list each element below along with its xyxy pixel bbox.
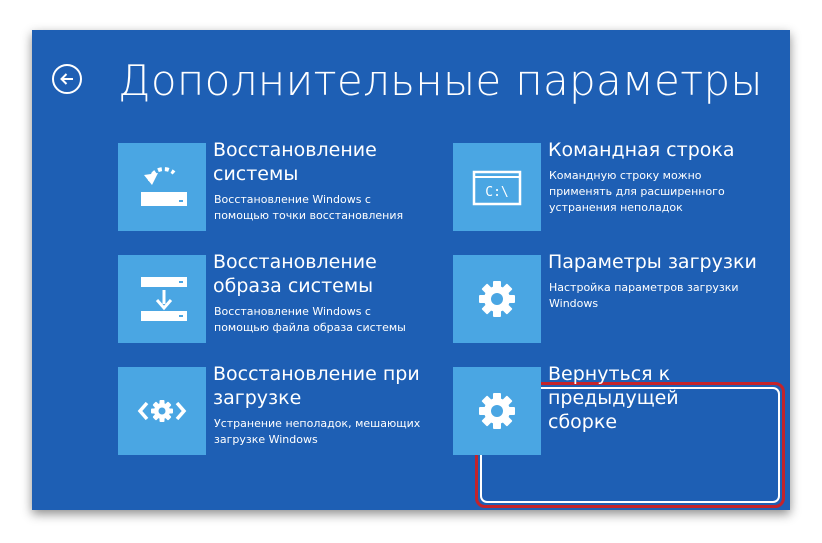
startup-repair-icon [137,400,187,422]
option-startup-settings[interactable]: Параметры загрузки Настройка параметров … [453,251,773,347]
back-arrow-icon [60,73,73,85]
system-restore-icon [141,167,187,206]
option-system-restore[interactable]: Восстановление системы Восстановление Wi… [118,139,438,235]
option-tile: C:\ [453,143,541,231]
page-title: Дополнительные параметры [118,56,763,105]
option-tile [453,255,541,343]
option-go-back-previous-build[interactable]: Вернуться к предыдущей сборке [453,363,773,459]
option-description: Командную строку можно применять для рас… [549,169,725,214]
option-description: Настройка параметров загрузки Windows [549,281,739,310]
option-title: Параметры загрузки [548,251,757,273]
option-title: Командная строка [548,139,735,161]
gear-icon [479,281,515,317]
option-title: Восстановление системы [213,139,377,185]
option-tile [453,367,541,455]
option-title: Вернуться к предыдущей сборке [548,363,679,433]
option-tile [118,143,206,231]
gear-icon [479,393,515,429]
option-description: Восстановление Windows с помощью файла о… [214,305,406,334]
option-startup-repair[interactable]: Восстановление при загрузке Устранение н… [118,363,438,459]
command-prompt-icon: C:\ [472,170,522,206]
command-prompt-text: C:\ [485,185,508,200]
system-image-recovery-icon [141,277,187,321]
back-button[interactable] [52,64,82,94]
option-description: Восстановление Windows с помощью точки в… [214,193,404,222]
option-command-prompt[interactable]: C:\ Командная строка Командную строку мо… [453,139,773,235]
option-tile [118,367,206,455]
option-description: Устранение неполадок, мешающих загрузке … [214,417,421,446]
recovery-screen: Дополнительные параметры Восстановление … [32,30,790,510]
option-tile [118,255,206,343]
option-title: Восстановление образа системы [213,251,377,297]
option-system-image-recovery[interactable]: Восстановление образа системы Восстановл… [118,251,438,347]
option-title: Восстановление при загрузке [213,363,420,409]
